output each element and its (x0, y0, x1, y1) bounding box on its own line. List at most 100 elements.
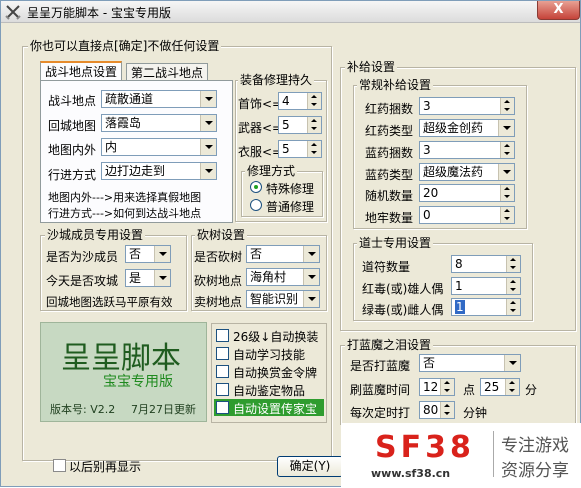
spin-up-icon[interactable] (307, 117, 321, 125)
update-date: 7月27日更新 (131, 403, 196, 416)
hint-map-inout: 地图内外--->用来选择真假地图 (48, 191, 202, 204)
sabak-member-select[interactable]: 否 (125, 245, 171, 263)
dungeon-count-value: 0 (423, 208, 431, 222)
spin-down-icon[interactable] (500, 215, 514, 223)
green-poison-stepper[interactable]: 1 (451, 298, 521, 316)
random-count-stepper[interactable]: 20 (419, 184, 515, 202)
blue-potion-count-label: 蓝药捆数 (365, 146, 414, 160)
red-potion-count-stepper[interactable]: 3 (419, 97, 515, 115)
no-show-again-checkbox[interactable] (53, 459, 66, 472)
map-inout-value: 内 (105, 140, 118, 154)
travel-mode-select[interactable]: 边打边走到 (101, 162, 217, 180)
jewelry-label: 首饰<= (238, 97, 283, 111)
repair-mode-legend: 修理方式 (245, 164, 298, 178)
auto-learn-label: 自动学习技能 (233, 348, 306, 362)
woodcut-location-select[interactable]: 海角村 (246, 268, 320, 286)
auto-token-label: 自动换赏金令牌 (233, 366, 318, 380)
spin-down-icon[interactable] (506, 264, 520, 272)
dungeon-count-stepper[interactable]: 0 (419, 206, 515, 224)
close-button[interactable]: X (537, 1, 580, 20)
spin-down-icon[interactable] (307, 101, 321, 109)
blue-potion-count-value: 3 (423, 143, 431, 157)
woodcut-enable-select[interactable]: 否 (246, 245, 320, 263)
siege-today-select[interactable]: 是 (125, 269, 171, 287)
clothes-value: 5 (282, 142, 290, 156)
sabak-member-value: 否 (129, 247, 142, 261)
travel-mode-label: 行进方式 (48, 168, 97, 182)
spin-down-icon[interactable] (440, 410, 454, 418)
normal-repair-radio[interactable] (250, 199, 262, 211)
spin-up-icon[interactable] (440, 402, 454, 410)
battle-location-select[interactable]: 疏散通道 (101, 90, 217, 108)
spin-up-icon[interactable] (500, 98, 514, 106)
red-poison-stepper[interactable]: 1 (451, 277, 521, 295)
title-bar[interactable]: 呈呈万能脚本 - 宝宝专用版 X (1, 1, 580, 23)
bluedemon-minute-stepper[interactable]: 25 (480, 378, 520, 396)
watermark-divider (493, 431, 494, 477)
auto-identify-checkbox[interactable] (216, 383, 229, 396)
map-inout-select[interactable]: 内 (101, 138, 217, 156)
spin-down-icon[interactable] (500, 106, 514, 114)
chevron-down-icon (200, 139, 216, 155)
spin-down-icon[interactable] (440, 387, 454, 395)
spin-up-icon[interactable] (307, 93, 321, 101)
blue-potion-type-select[interactable]: 超级魔法药 (419, 163, 515, 181)
woodcut-location-value: 海角村 (250, 270, 287, 284)
siege-today-value: 是 (129, 271, 142, 285)
red-potion-type-value: 超级金创药 (423, 121, 484, 135)
chevron-down-icon (498, 164, 514, 180)
special-repair-radio[interactable] (250, 181, 262, 193)
spin-down-icon[interactable] (307, 125, 321, 133)
bluedemon-enable-select[interactable]: 否 (419, 354, 521, 372)
spin-down-icon[interactable] (500, 150, 514, 158)
weapon-stepper[interactable]: 5 (278, 116, 322, 134)
red-potion-type-label: 红药类型 (365, 124, 414, 138)
version-label: 版本号: V2.2 (50, 403, 116, 416)
blue-potion-count-stepper[interactable]: 3 (419, 141, 515, 159)
spin-up-icon[interactable] (307, 141, 321, 149)
bluedemon-hour-value: 12 (423, 380, 439, 394)
spin-down-icon[interactable] (505, 387, 519, 395)
bluedemon-hour-stepper[interactable]: 12 (419, 378, 455, 396)
red-potion-type-select[interactable]: 超级金创药 (419, 119, 515, 137)
spin-down-icon[interactable] (307, 149, 321, 157)
sabak-note: 回城地图选跃马平原有效 (46, 295, 173, 309)
weapon-value: 5 (282, 118, 290, 132)
clothes-stepper[interactable]: 5 (278, 140, 322, 158)
spin-up-icon[interactable] (505, 379, 519, 387)
return-map-label: 回城地图 (48, 119, 97, 133)
chevron-down-icon (154, 246, 170, 262)
bluedemon-time-label: 刷蓝魔时间 (350, 383, 411, 397)
ok-button[interactable]: 确定(Y) (277, 456, 343, 477)
return-map-select[interactable]: 落霞岛 (101, 114, 217, 132)
auto-token-checkbox[interactable] (216, 365, 229, 378)
sell-wood-value: 智能识别 (250, 292, 299, 306)
normal-repair-label: 普通修理 (266, 200, 315, 214)
travel-mode-value: 边打边走到 (105, 164, 166, 178)
spin-up-icon[interactable] (500, 142, 514, 150)
spin-down-icon[interactable] (500, 193, 514, 201)
auto-equip-checkbox[interactable] (216, 329, 229, 342)
spin-down-icon[interactable] (506, 286, 520, 294)
spin-up-icon[interactable] (440, 379, 454, 387)
random-count-value: 20 (423, 186, 439, 200)
talisman-count-stepper[interactable]: 8 (451, 255, 521, 273)
spin-up-icon[interactable] (506, 278, 520, 286)
tab-second-battle-location[interactable]: 第二战斗地点 (126, 63, 209, 81)
auto-heirloom-label: 自动设置传家宝 (233, 402, 318, 416)
bluedemon-interval-stepper[interactable]: 80 (419, 401, 455, 419)
spin-up-icon[interactable] (500, 185, 514, 193)
tab-battle-location[interactable]: 战斗地点设置 (40, 61, 123, 81)
auto-heirloom-checkbox[interactable] (216, 401, 229, 414)
auto-learn-checkbox[interactable] (216, 347, 229, 360)
sell-wood-select[interactable]: 智能识别 (246, 290, 320, 308)
spin-up-icon[interactable] (506, 256, 520, 264)
siege-today-label: 今天是否攻城 (46, 274, 119, 288)
return-map-value: 落霞岛 (105, 116, 142, 130)
spin-up-icon[interactable] (500, 207, 514, 215)
regular-supply-legend: 常规补给设置 (357, 78, 434, 92)
jewelry-stepper[interactable]: 4 (278, 92, 322, 110)
spin-up-icon[interactable] (506, 299, 520, 307)
spin-down-icon[interactable] (506, 307, 520, 315)
special-repair-label: 特殊修理 (266, 182, 315, 196)
